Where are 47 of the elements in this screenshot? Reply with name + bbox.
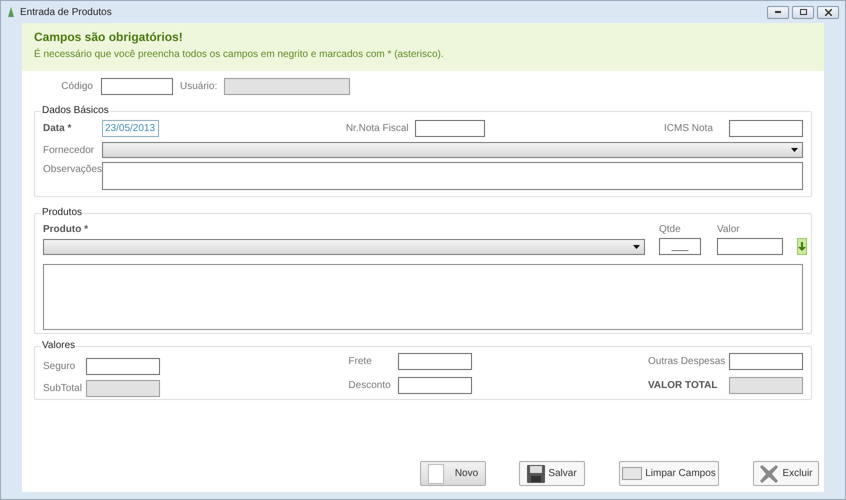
field-label: Nr.Nota Fiscal: [346, 122, 410, 136]
input-field[interactable]: [729, 120, 803, 137]
text-area[interactable]: [102, 162, 803, 190]
restore-icon[interactable]: [792, 6, 814, 18]
field-label: Frete: [348, 354, 373, 368]
blank-page-icon: [428, 464, 444, 484]
banner-title: Campos são obrigatórios!: [34, 29, 184, 46]
x-icon: [759, 464, 780, 484]
input-field[interactable]: [717, 238, 783, 255]
input-field[interactable]: [398, 376, 472, 394]
field-label: Outras Despesas: [648, 354, 726, 368]
dropdown-arrow-icon: [633, 245, 640, 249]
action-button[interactable]: Excluir: [753, 461, 819, 486]
dropdown-arrow-icon: [791, 148, 798, 152]
field-label: Código: [60, 80, 94, 94]
action-button[interactable]: Limpar Campos: [619, 461, 719, 486]
dropdown[interactable]: [43, 239, 645, 255]
input-field[interactable]: [729, 352, 803, 370]
close-icon[interactable]: [817, 6, 839, 18]
field-label: Produto *: [43, 223, 89, 237]
app-icon: [7, 7, 15, 17]
minimize-icon[interactable]: [767, 6, 789, 18]
field-label: Valor: [717, 223, 741, 237]
input-field[interactable]: [101, 78, 173, 95]
field-label: Desconto: [348, 378, 392, 392]
input-field[interactable]: ___: [659, 238, 701, 255]
field-label: Seguro: [43, 360, 76, 374]
banner-message: É necessário que você preencha todos os campos em negrito e marcados com * (asterisco).: [34, 47, 445, 62]
field-label: Fornecedor: [43, 144, 96, 158]
field-label: Qtde: [659, 223, 682, 237]
input-field[interactable]: [86, 358, 160, 374]
down-arrow-icon: [798, 242, 806, 251]
dropdown[interactable]: [102, 142, 803, 158]
window-title: Entrada de Produtos: [20, 6, 112, 20]
field-label: ICMS Nota: [664, 122, 714, 136]
field-label: SubTotal: [43, 382, 83, 396]
action-button[interactable]: Novo: [420, 461, 486, 486]
field-label: Usuário:: [180, 80, 218, 94]
add-button[interactable]: [797, 238, 807, 255]
field-label: Data *: [43, 122, 72, 136]
blank-box-icon: [622, 467, 642, 480]
field-label: VALOR TOTAL: [648, 378, 718, 392]
input-field[interactable]: [414, 120, 485, 137]
input-field[interactable]: [398, 352, 472, 370]
field-label: Observações: [43, 163, 102, 177]
action-button[interactable]: Salvar: [519, 461, 585, 486]
input-field[interactable]: 23/05/2013: [102, 120, 159, 137]
